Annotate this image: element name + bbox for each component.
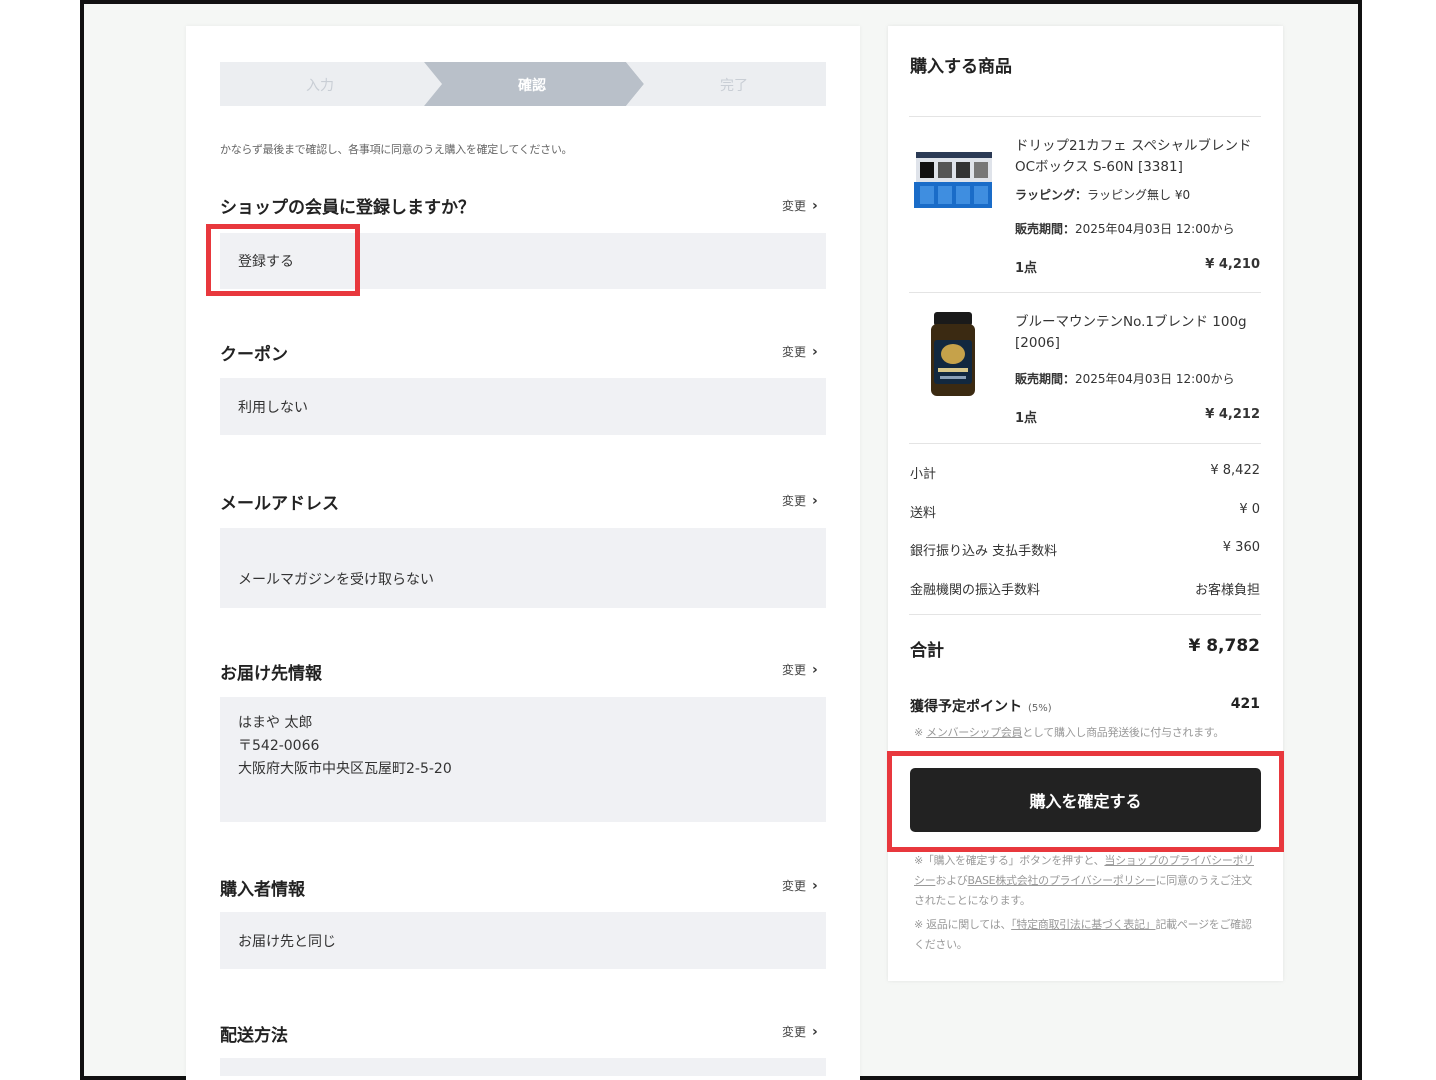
buyer-change-link[interactable]: 変更 › <box>782 877 818 894</box>
privacy-notice-text-b: および <box>935 874 968 887</box>
delivery-value-box <box>220 1058 826 1076</box>
product-price: ¥ 4,210 <box>1205 257 1260 272</box>
divider <box>909 443 1261 444</box>
product-sale-period: 販売期間：2025年04月03日 12:00から <box>1015 220 1235 237</box>
coupon-value: 利用しない <box>238 400 308 416</box>
payment-fee-label: 銀行振り込み 支払手数料 <box>910 544 1058 559</box>
return-notice-text-a: ※ 返品に関しては、 <box>914 918 1012 931</box>
points-note: ※ メンバーシップ会員として購入し商品発送後に付与されます。 <box>914 724 1224 740</box>
coupon-value-box: 利用しない <box>220 378 826 435</box>
shipping-change-link[interactable]: 変更 › <box>782 661 818 678</box>
delivery-section-title: 配送方法 <box>220 1026 288 1046</box>
total-value: ¥ 8,782 <box>1188 636 1260 656</box>
change-label: 変更 <box>782 1025 807 1039</box>
coupon-section-title: クーポン <box>220 345 288 365</box>
shipping-address: はまや 太郎 〒542-0066 大阪府大阪市中央区瓦屋町2-5-20 <box>238 712 452 781</box>
subtotal-value: ¥ 8,422 <box>1210 463 1260 478</box>
step-confirm: 確認 <box>518 78 546 94</box>
shipping-street: 大阪府大阪市中央区瓦屋町2-5-20 <box>238 761 452 777</box>
email-section-title: メールアドレス <box>220 494 339 514</box>
chevron-right-icon: › <box>812 493 818 509</box>
product-price: ¥ 4,212 <box>1205 407 1260 422</box>
shipping-value-box: はまや 太郎 〒542-0066 大阪府大阪市中央区瓦屋町2-5-20 <box>220 697 826 822</box>
member-section-title: ショップの会員に登録しますか？ <box>220 198 475 218</box>
step-complete: 完了 <box>720 78 748 94</box>
points-rate: (5%) <box>1028 703 1052 714</box>
sale-period-label: 販売期間： <box>1015 222 1076 236</box>
product-wrapping: ラッピング：ラッピング無し ¥0 <box>1015 186 1190 203</box>
progress-steps: 入力 確認 完了 <box>220 62 826 106</box>
shipping-section-title: お届け先情報 <box>220 664 322 684</box>
change-label: 変更 <box>782 345 807 359</box>
email-change-link[interactable]: 変更 › <box>782 492 818 509</box>
shipping-fee-label: 送料 <box>910 506 937 521</box>
product-name: ブルーマウンテンNo.1ブレンド 100g [2006] <box>1015 314 1247 351</box>
change-label: 変更 <box>782 879 807 893</box>
sale-period-value: 2025年04月03日 12:00から <box>1075 222 1235 236</box>
divider <box>909 116 1261 117</box>
product-quantity: 1点 <box>1015 261 1038 276</box>
shipping-fee-value: ¥ 0 <box>1239 502 1260 517</box>
points-note-prefix: ※ <box>914 726 927 739</box>
points-note-suffix: として購入し商品発送後に付与されます。 <box>1022 726 1225 739</box>
buyer-value-box: お届け先と同じ <box>220 912 826 969</box>
highlight-box-purchase <box>887 751 1284 852</box>
return-notice: ※ 返品に関しては、「特定商取引法に基づく表記」記載ページをご確認ください。 <box>914 915 1260 955</box>
member-change-link[interactable]: 変更 › <box>782 197 818 214</box>
divider <box>909 614 1261 615</box>
email-value: メールマガジンを受け取らない <box>238 572 434 588</box>
total-label: 合計 <box>910 641 944 661</box>
points-value: 421 <box>1230 696 1260 712</box>
subtotal-label: 小計 <box>910 467 937 482</box>
step-input: 入力 <box>306 78 334 94</box>
chevron-right-icon: › <box>812 1024 818 1040</box>
change-label: 変更 <box>782 494 807 508</box>
buyer-value: お届け先と同じ <box>238 934 336 950</box>
change-label: 変更 <box>782 663 807 677</box>
product-sale-period: 販売期間：2025年04月03日 12:00から <box>1015 370 1235 387</box>
divider <box>909 292 1261 293</box>
confirm-notice: かならず最後まで確認し、各事項に同意のうえ購入を確定してください。 <box>220 143 573 156</box>
transfer-fee-label: 金融機関の振込手数料 <box>910 583 1041 598</box>
delivery-change-link[interactable]: 変更 › <box>782 1023 818 1040</box>
product-image-drip-box <box>914 152 992 208</box>
wrapping-label: ラッピング： <box>1015 188 1088 202</box>
sale-period-label: 販売期間： <box>1015 372 1076 386</box>
points-label-text: 獲得予定ポイント <box>910 699 1022 715</box>
payment-fee-value: ¥ 360 <box>1222 540 1260 555</box>
base-privacy-policy-link[interactable]: BASE株式会社のプライバシーポリシー <box>968 874 1156 887</box>
change-label: 変更 <box>782 199 807 213</box>
email-value-box: メールマガジンを受け取らない <box>220 528 826 608</box>
chevron-right-icon: › <box>812 662 818 678</box>
cart-title: 購入する商品 <box>910 57 1012 77</box>
privacy-notice: ※「購入を確定する」ボタンを押すと、当ショップのプライバシーポリシーおよびBAS… <box>914 851 1260 911</box>
points-label: 獲得予定ポイント (5%) <box>910 696 1052 716</box>
coupon-change-link[interactable]: 変更 › <box>782 343 818 360</box>
buyer-section-title: 購入者情報 <box>220 880 305 900</box>
chevron-right-icon: › <box>812 198 818 214</box>
shipping-postal: 〒542-0066 <box>238 738 320 754</box>
highlight-box-member <box>206 224 360 296</box>
transfer-fee-value: お客様負担 <box>1194 583 1260 598</box>
product-image-blue-mountain-jar <box>931 312 975 396</box>
sale-period-value: 2025年04月03日 12:00から <box>1075 372 1235 386</box>
membership-link[interactable]: メンバーシップ会員 <box>926 726 1022 739</box>
chevron-right-icon: › <box>812 878 818 894</box>
wrapping-value: ラッピング無し ¥0 <box>1087 188 1191 202</box>
chevron-right-icon: › <box>812 344 818 360</box>
product-name: ドリップ21カフェ スペシャルブレンド OCボックス S-60N [3381] <box>1015 138 1252 175</box>
commerce-law-link[interactable]: 「特定商取引法に基づく表記」 <box>1011 918 1156 931</box>
product-quantity: 1点 <box>1015 411 1038 426</box>
shipping-name: はまや 太郎 <box>238 715 313 731</box>
privacy-notice-text-a: ※「購入を確定する」ボタンを押すと、 <box>914 854 1105 867</box>
